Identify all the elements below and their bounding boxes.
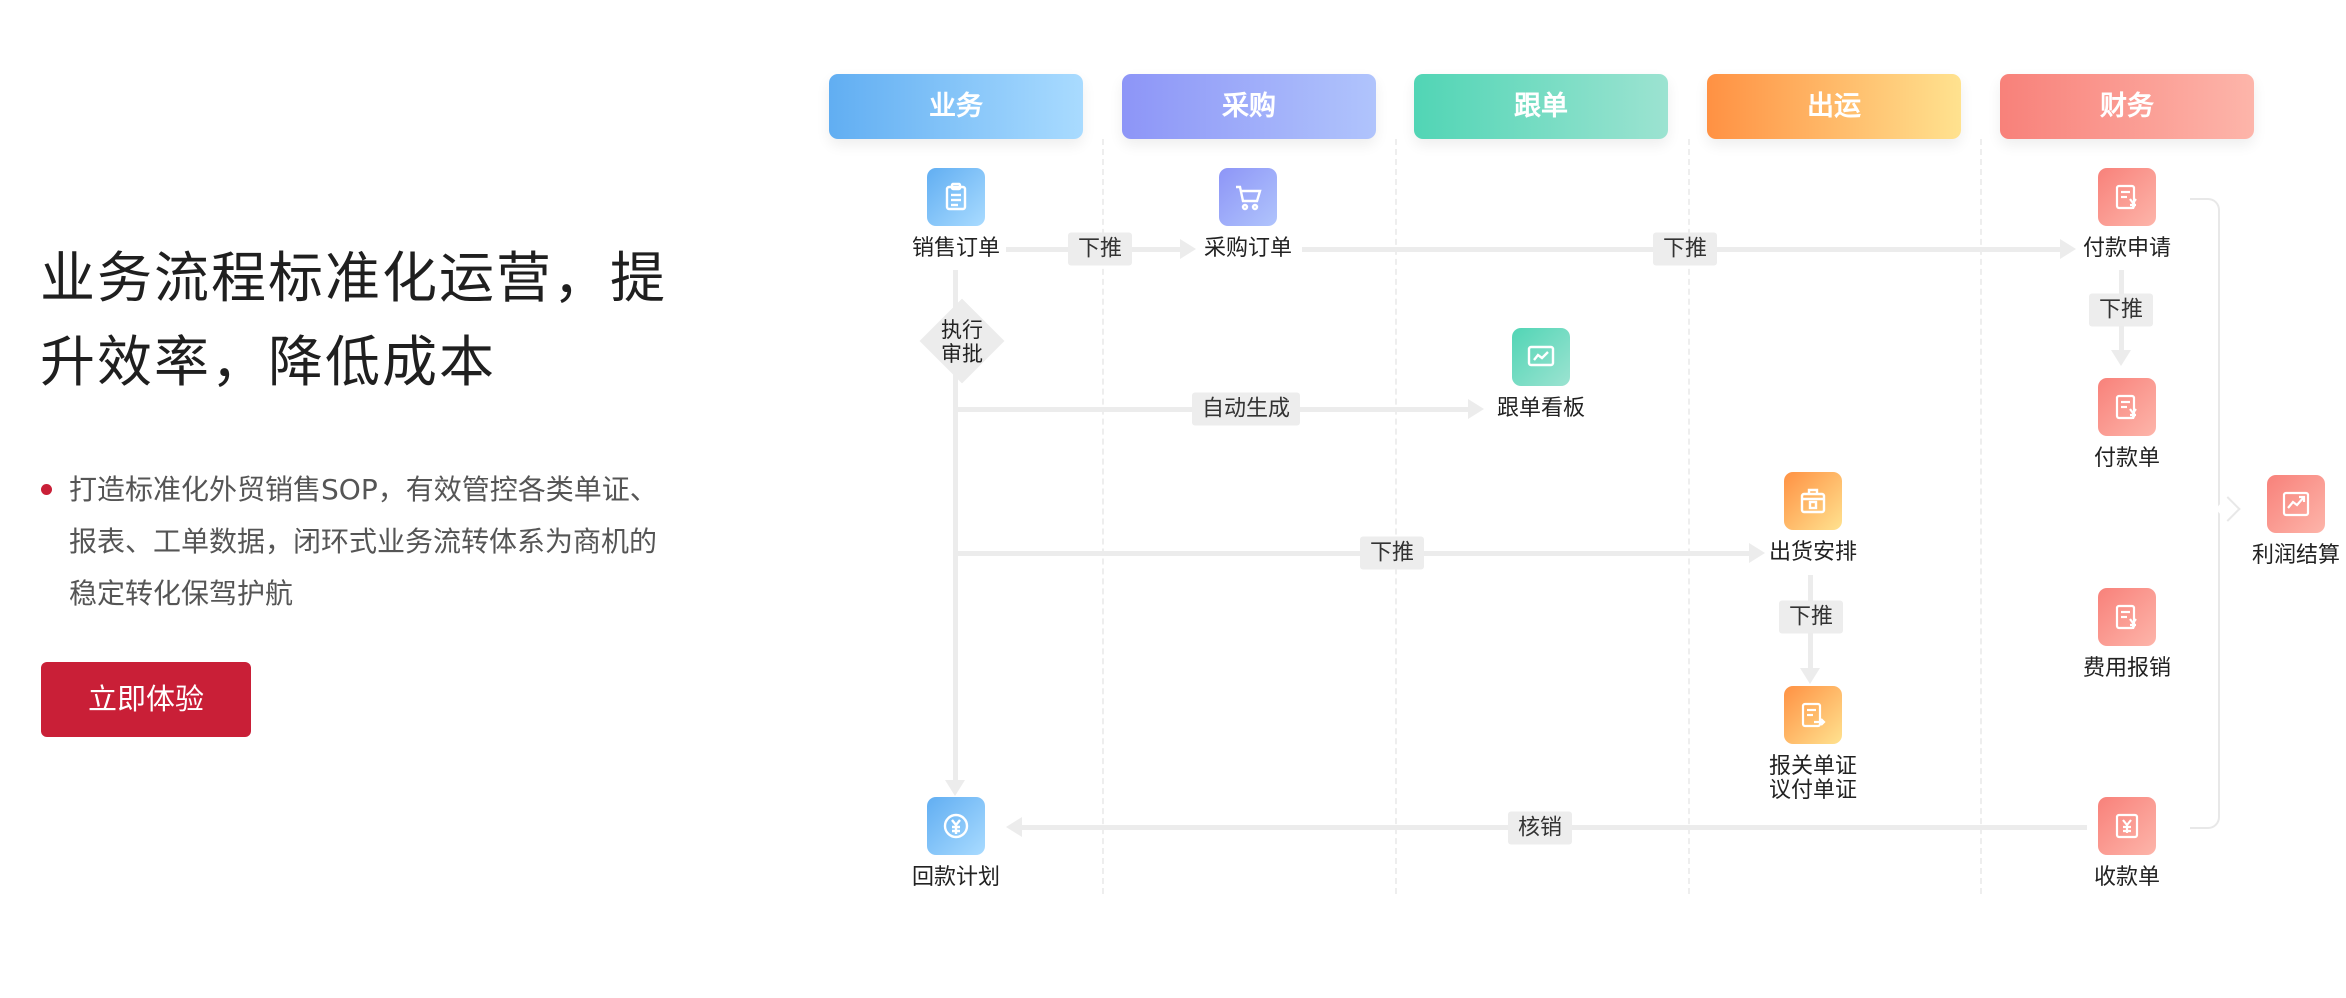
arrow-down (1800, 668, 1820, 684)
node-label-sales-order: 销售订单 (911, 236, 1001, 261)
headline: 业务流程标准化运营，提升效率，降低成本 (40, 246, 668, 394)
arrow-left (1006, 817, 1022, 837)
arrow-right (2060, 239, 2076, 259)
node-label-payment-request: 付款申请 (2082, 236, 2172, 261)
finance-bracket (2190, 198, 2220, 829)
feature-bullet-text: 打造标准化外贸销售SOP，有效管控各类单证、报表、工单数据，闭环式业务流转体系为… (69, 473, 658, 610)
edge-tag-auto-generate: 自动生成 (1191, 392, 1301, 426)
arrow-down (945, 780, 965, 796)
connector-line (956, 551, 1755, 556)
node-label-receipt: 收款单 (2093, 865, 2161, 890)
lane-header-shipping: 出运 (1707, 74, 1961, 139)
arrow-right (1468, 399, 1484, 419)
node-label-tracking-board: 跟单看板 (1496, 396, 1586, 421)
node-label-payment-slip: 付款单 (2093, 446, 2161, 471)
try-now-button[interactable]: 立即体验 (41, 662, 251, 737)
box-icon[interactable] (1784, 472, 1842, 530)
node-label-customs-docs: 报关单证 议付单证 (1768, 754, 1858, 803)
document-yen-icon[interactable] (2098, 588, 2156, 646)
edge-tag-push: 下推 (1652, 232, 1718, 266)
node-label-shipment-plan: 出货安排 (1768, 540, 1858, 565)
document-arrow-icon[interactable] (1784, 686, 1842, 744)
node-label-purchase-order: 采购订单 (1203, 236, 1293, 261)
lane-header-purchase: 采购 (1122, 74, 1376, 139)
lane-header-tracking: 跟单 (1414, 74, 1668, 139)
lane-header-business: 业务 (829, 74, 1083, 139)
edge-tag-push: 下推 (2088, 293, 2154, 327)
node-label-collection-plan: 回款计划 (911, 865, 1001, 890)
edge-tag-push: 下推 (1778, 600, 1844, 634)
receipt-yen-icon[interactable] (2098, 797, 2156, 855)
edge-tag-push: 下推 (1067, 232, 1133, 266)
lane-divider (1395, 139, 1397, 894)
lane-divider (1980, 139, 1982, 894)
arrow-down (2111, 350, 2131, 366)
bullet-dot-icon (41, 484, 52, 495)
feature-bullet: 打造标准化外贸销售SOP，有效管控各类单证、报表、工单数据，闭环式业务流转体系为… (40, 464, 670, 620)
document-yen-icon[interactable] (2098, 378, 2156, 436)
edge-tag-push: 下推 (1359, 536, 1425, 570)
arrow-right (1749, 543, 1765, 563)
arrow-right (1180, 239, 1196, 259)
document-yen-icon[interactable] (2098, 168, 2156, 226)
chart-board-icon[interactable] (1512, 328, 1570, 386)
clipboard-icon[interactable] (927, 168, 985, 226)
cart-icon[interactable] (1219, 168, 1277, 226)
intro-section: 业务流程标准化运营，提升效率，降低成本 打造标准化外贸销售SOP，有效管控各类单… (40, 236, 670, 620)
node-label-profit-settlement: 利润结算 (2251, 543, 2341, 568)
node-label-expense-claim: 费用报销 (2082, 656, 2172, 681)
lane-header-finance: 财务 (2000, 74, 2254, 139)
approval-label: 执行 审批 (941, 318, 983, 366)
edge-tag-write-off: 核销 (1507, 811, 1573, 845)
trend-yen-icon[interactable] (2267, 475, 2325, 533)
coin-yen-icon[interactable] (927, 797, 985, 855)
